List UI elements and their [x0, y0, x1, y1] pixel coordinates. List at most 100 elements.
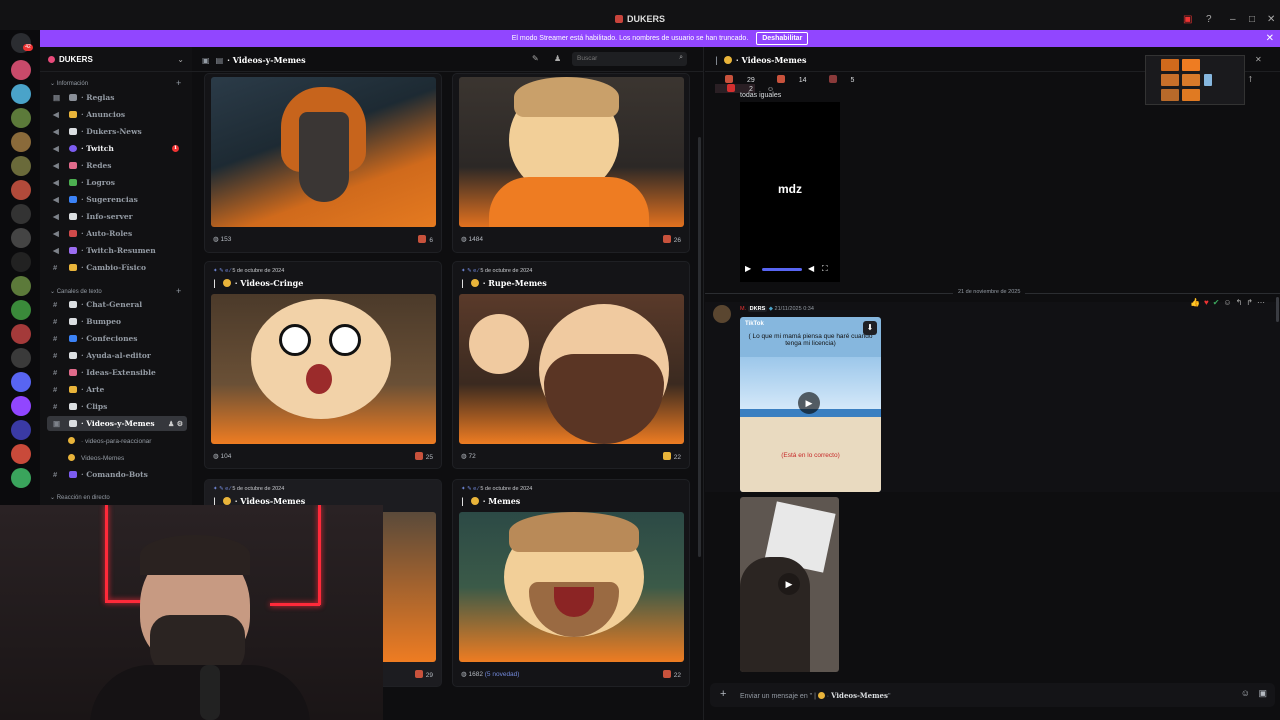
post-thumbnail[interactable] [459, 294, 684, 444]
volume-slider[interactable] [762, 268, 802, 271]
reaction-count[interactable]: 22 [662, 670, 681, 679]
gift-icon[interactable]: ▣ [1258, 688, 1267, 699]
tiktok-video-attachment[interactable]: ▶ [740, 497, 839, 672]
channel-logros[interactable]: ◀ · Logros [47, 175, 187, 190]
forum-post-card[interactable]: ✦ ✎ e.⁄ 5 de octubre de 2024 | · Videos-… [204, 261, 442, 469]
forward-icon[interactable]: ↱ [1246, 298, 1253, 307]
server-icon[interactable] [11, 204, 31, 224]
thread-back-icon[interactable]: | [715, 55, 718, 65]
video-attachment[interactable]: mdz [740, 102, 840, 282]
close-thread-icon[interactable]: ✕ [1255, 55, 1262, 64]
channel-reglas[interactable]: ▤ · Reglas [47, 90, 187, 105]
play-icon[interactable]: ▶ [798, 392, 820, 414]
reaction-count[interactable]: 6 [418, 235, 433, 244]
category-text[interactable]: ⌄ Canales de texto [50, 288, 102, 295]
post-thumbnail[interactable] [211, 294, 436, 444]
server-icon[interactable] [11, 84, 31, 104]
download-icon[interactable]: ⬇ [863, 321, 877, 335]
server-icon[interactable] [11, 420, 31, 440]
server-icon[interactable] [11, 348, 31, 368]
post-thumbnail[interactable] [459, 512, 684, 662]
channel-ayuda-al-editor[interactable]: # · Ayuda-al-editor [47, 348, 187, 363]
close-window-icon[interactable]: ✕ [1267, 14, 1275, 25]
server-icon-active[interactable] [11, 180, 31, 200]
channel-anuncios[interactable]: ◀ · Anuncios [47, 107, 187, 122]
forum-post-card[interactable]: ✦ ✎ e.⁄ 5 de octubre de 2024 | · Rupe-Me… [452, 261, 690, 469]
channel-info-server[interactable]: ◀ · Info-server [47, 209, 187, 224]
channel-chat-general[interactable]: # · Chat-General [47, 297, 187, 312]
reaction-pill[interactable]: 5 [819, 75, 854, 84]
add-channel-icon[interactable]: + [176, 286, 181, 296]
channel-sugerencias[interactable]: ◀ · Sugerencias [47, 192, 187, 207]
emoji-picker-icon[interactable]: ☺ [1241, 688, 1250, 698]
disable-streamer-button[interactable]: Deshabilitar [756, 32, 809, 45]
post-title[interactable]: | · Rupe-Memes [461, 278, 547, 288]
channel-twitch[interactable]: ◀ · Twitch 1 [47, 141, 187, 156]
reply-icon[interactable]: ↰ [1236, 298, 1243, 307]
thumbs-up-icon[interactable]: 👍 [1190, 298, 1200, 307]
channel-ideas-extensible[interactable]: # · Ideas-Extensible [47, 365, 187, 380]
server-header[interactable]: DUKERS ⌄ [40, 47, 192, 72]
server-icon[interactable] [11, 276, 31, 296]
server-icon[interactable] [11, 372, 31, 392]
channel-twitch-resumen[interactable]: ◀ · Twitch-Resumen [47, 243, 187, 258]
check-icon[interactable]: ✔ [1213, 298, 1220, 307]
server-icon[interactable] [11, 156, 31, 176]
thread-videos-memes[interactable]: Videos-Memes [62, 454, 124, 462]
add-reaction-icon[interactable]: ☺ [1223, 298, 1231, 307]
thread-videos-para-reaccionar[interactable]: · videos-para-reaccionar [62, 437, 151, 445]
channel-videos-y-memes[interactable]: ▣ · Videos-y-Memes ♟ ⚙ [47, 416, 187, 431]
server-icon[interactable] [11, 468, 31, 488]
channel-confeciones[interactable]: # · Confeciones [47, 331, 187, 346]
post-title[interactable]: | · Videos-Cringe [213, 278, 303, 288]
post-thumbnail[interactable] [211, 77, 436, 227]
jump-top-icon[interactable]: ↑ [1247, 75, 1254, 84]
reaction-pill[interactable]: 29 [715, 75, 755, 84]
forum-post-card[interactable]: ✦ ✎ e.⁄ 5 de octubre de 2024 | · Memes ◍… [452, 479, 690, 687]
screen-preview-thumbnail[interactable] [1145, 55, 1245, 105]
fullscreen-icon[interactable]: ⛶ [822, 264, 828, 274]
add-attachment-icon[interactable]: + [720, 688, 726, 700]
category-live[interactable]: ⌄ Reacción en directo [50, 494, 110, 501]
server-icon[interactable] [11, 444, 31, 464]
channel-comando-bots[interactable]: # · Comando-Bots [47, 467, 187, 482]
maximize-icon[interactable]: □ [1249, 14, 1255, 25]
server-icon[interactable] [11, 60, 31, 80]
play-icon[interactable]: ▶ [745, 264, 751, 273]
channel-auto-roles[interactable]: ◀ · Auto-Roles [47, 226, 187, 241]
post-title[interactable]: | · Memes [461, 496, 520, 506]
channel-bumpeo[interactable]: # · Bumpeo [47, 314, 187, 329]
server-icon[interactable] [11, 300, 31, 320]
inbox-icon[interactable]: ▣ [1183, 14, 1192, 25]
play-icon[interactable]: ▶ [778, 573, 800, 595]
help-icon[interactable]: ? [1206, 14, 1212, 25]
forum-scrollbar[interactable] [698, 137, 701, 557]
server-icon[interactable] [11, 132, 31, 152]
settings-icon[interactable]: ♟ ⚙ [168, 416, 183, 431]
server-icon[interactable] [11, 228, 31, 248]
channel-dukers-news[interactable]: ◀ · Dukers-News [47, 124, 187, 139]
avatar[interactable] [713, 305, 731, 323]
channel-clips[interactable]: # · Clips [47, 399, 187, 414]
category-info[interactable]: ⌄ Información [50, 80, 88, 87]
channel-cambio-fisico[interactable]: # · Cambio-Físico [47, 260, 187, 275]
volume-icon[interactable]: ◀ [808, 264, 814, 273]
server-icon[interactable] [11, 252, 31, 272]
chevron-down-icon[interactable]: ⌄ [177, 55, 184, 64]
server-icon[interactable] [11, 108, 31, 128]
reaction-count[interactable]: 26 [662, 235, 681, 244]
forum-post-card[interactable]: ◍ 1484 26 [452, 73, 690, 253]
server-icon[interactable] [11, 324, 31, 344]
more-icon[interactable]: ⋯ [1257, 298, 1265, 307]
reaction-count[interactable]: 29 [414, 670, 433, 679]
mute-icon[interactable]: ✎ [532, 54, 539, 63]
thread-scrollbar[interactable] [1276, 297, 1279, 322]
tiktok-video-attachment[interactable]: TikTok ( Lo que mi mamá piensa que haré … [740, 317, 881, 492]
add-channel-icon[interactable]: + [176, 78, 181, 88]
message-composer[interactable]: + Enviar un mensaje en " | · Videos-Meme… [710, 683, 1275, 707]
channel-redes[interactable]: ◀ · Redes [47, 158, 187, 173]
minimize-icon[interactable]: – [1230, 14, 1236, 25]
reaction-count[interactable]: 25 [414, 452, 433, 461]
reaction-count[interactable]: 22 [662, 452, 681, 461]
heart-icon[interactable]: ♥ [1204, 298, 1209, 307]
